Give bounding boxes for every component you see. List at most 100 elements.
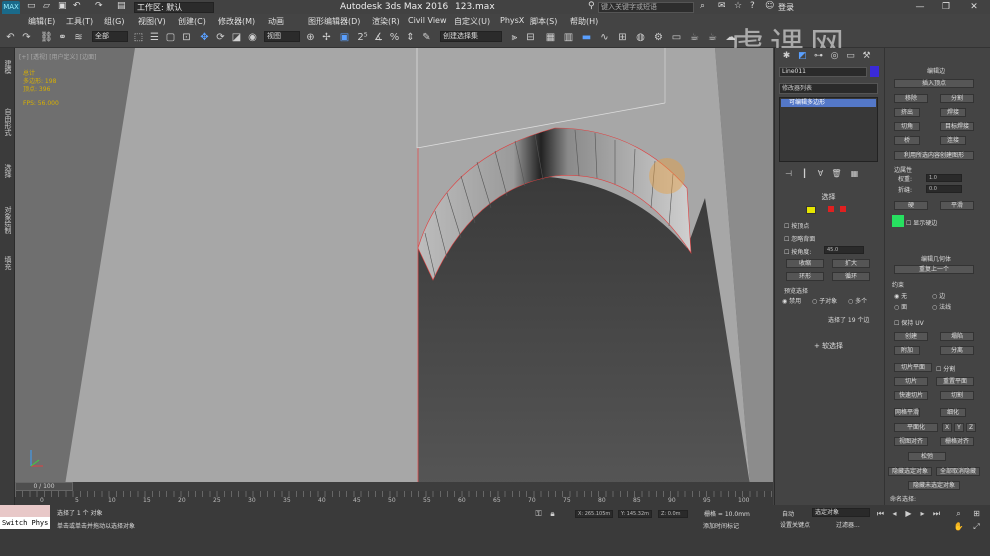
shrink-button[interactable]: 收缩 (786, 259, 824, 268)
menu-group[interactable]: 组(G) (104, 16, 124, 27)
smooth-button[interactable]: 平滑 (940, 201, 974, 210)
undo-icon[interactable]: ↶ (73, 1, 83, 11)
object-name-field[interactable]: Line011 (779, 67, 867, 77)
remove-button[interactable]: 移除 (894, 94, 928, 103)
meshsmooth-button[interactable]: 网格平滑 (894, 408, 920, 417)
menu-scripting[interactable]: 脚本(S) (530, 16, 557, 27)
unhide-all-button[interactable]: 全部取消隐藏 (936, 467, 980, 476)
selection-filter-dropdown[interactable]: 全部 (92, 31, 128, 42)
add-time-tag-button[interactable]: 添加时间标记 (703, 521, 739, 530)
attach-button[interactable]: 附加 (894, 346, 920, 355)
chat-icon[interactable]: ✉ (718, 1, 728, 11)
reference-coordinate-dropdown[interactable]: 视图 (264, 31, 300, 42)
remove-modifier-icon[interactable]: 🗑︎ (830, 167, 843, 180)
key-filters-button[interactable]: 过滤器... (836, 520, 860, 529)
create-button[interactable]: 创建 (894, 332, 928, 341)
collapse-button[interactable]: 塌陷 (940, 332, 974, 341)
modify-tab-icon[interactable]: ◩ (796, 50, 809, 63)
render-setup-icon[interactable]: ⚙ (652, 31, 665, 44)
grid-align-button[interactable]: 栅格对齐 (940, 437, 974, 446)
planar-z-button[interactable]: Z (966, 423, 976, 432)
menu-modifiers[interactable]: 修改器(M) (218, 16, 255, 27)
loop-button[interactable]: 循环 (832, 272, 870, 281)
menu-physx[interactable]: PhysX (500, 16, 524, 25)
menu-create[interactable]: 创建(C) (178, 16, 206, 27)
snaps-toggle-icon[interactable]: 2⁵ (356, 31, 369, 44)
bind-space-warp-icon[interactable]: ≋ (72, 31, 85, 44)
side-tab-selection[interactable]: 选择 (1, 164, 13, 178)
menu-edit[interactable]: 编辑(E) (28, 16, 55, 27)
pivot-center-icon[interactable]: ⊕ (304, 31, 317, 44)
redo-icon[interactable]: ↷ (20, 31, 33, 44)
view-align-button[interactable]: 视图对齐 (894, 437, 928, 446)
angle-value-field[interactable]: 45.0 (824, 246, 864, 254)
menu-customize[interactable]: 自定义(U) (454, 16, 490, 27)
soft-selection-rollout-title[interactable]: + 软选择 (779, 342, 878, 351)
pin-stack-icon[interactable]: ⊣ (782, 167, 795, 180)
maximize-icon[interactable]: ❐ (932, 0, 960, 14)
link-icon[interactable]: ⛓ (40, 31, 53, 44)
render-production-icon[interactable]: ☕ (688, 31, 701, 44)
reset-plane-button[interactable]: 重置平面 (936, 377, 974, 386)
rect-selection-icon[interactable]: ▢ (164, 31, 177, 44)
chamfer-button[interactable]: 切角 (894, 122, 920, 131)
menu-tools[interactable]: 工具(T) (66, 16, 93, 27)
weld-button[interactable]: 焊接 (940, 108, 966, 117)
menu-help[interactable]: 帮助(H) (570, 16, 598, 27)
selection-lock-icon[interactable]: 🔒︎ (546, 507, 559, 520)
slice-plane-button[interactable]: 切片平面 (894, 363, 932, 372)
mirror-icon[interactable]: ⫸ (508, 31, 521, 44)
window-crossing-icon[interactable]: ⊡ (180, 31, 193, 44)
curve-editor-icon[interactable]: ∿ (598, 31, 611, 44)
crease-field[interactable]: 0.0 (926, 185, 962, 193)
constraint-edge-radio[interactable]: ○ 边 (932, 291, 945, 300)
target-weld-button[interactable]: 目标焊接 (940, 122, 974, 131)
select-object-icon[interactable]: ⬚ (132, 31, 145, 44)
grow-button[interactable]: 扩大 (832, 259, 870, 268)
planar-x-button[interactable]: X (942, 423, 952, 432)
preview-multi-radio[interactable]: ○ 多个 (848, 296, 867, 305)
hard-button[interactable]: 硬 (894, 201, 928, 210)
spinner-snap-icon[interactable]: ⇕ (404, 31, 417, 44)
constraint-face-radio[interactable]: ○ 面 (894, 302, 907, 311)
search-icon[interactable]: ⌕ (700, 1, 710, 11)
display-tab-icon[interactable]: ▭ (844, 50, 857, 63)
insert-vertex-button[interactable]: 插入顶点 (894, 79, 974, 88)
planar-y-button[interactable]: Y (954, 423, 964, 432)
zoom-all-icon[interactable]: ⊞ (970, 507, 983, 520)
scene-explorer-icon[interactable]: ▥ (562, 31, 575, 44)
select-by-name-icon[interactable]: ☰ (148, 31, 161, 44)
workspace-dropdown[interactable]: 工作区: 默认 (134, 2, 214, 13)
redo-icon[interactable]: ↷ (95, 1, 105, 11)
unlink-icon[interactable]: ⚭ (56, 31, 69, 44)
rotate-icon[interactable]: ⟳ (214, 31, 227, 44)
border-subobject-icon[interactable] (840, 206, 846, 212)
configure-sets-icon[interactable]: ▦ (848, 167, 861, 180)
pan-icon[interactable]: ✋ (952, 520, 965, 533)
minimize-icon[interactable]: — (906, 0, 934, 14)
menu-rendering[interactable]: 渲染(R) (372, 16, 400, 27)
save-file-icon[interactable]: ▣ (58, 1, 68, 11)
by-vertex-checkbox[interactable]: ☐ 按顶点 (784, 221, 809, 230)
show-end-result-icon[interactable]: ┃ (798, 167, 811, 180)
by-angle-checkbox[interactable]: ☐ 按角度: (784, 247, 811, 256)
menu-civil-view[interactable]: Civil View (408, 16, 447, 25)
project-icon[interactable]: ▤ (117, 1, 127, 11)
auto-key-button[interactable]: 自动 (782, 509, 794, 518)
side-tab-populate[interactable]: 填充 (1, 256, 13, 270)
tessellate-button[interactable]: 细化 (940, 408, 966, 417)
menu-animation[interactable]: 动画 (268, 16, 284, 27)
z-coordinate-field[interactable]: Z: 0.0m (658, 510, 688, 518)
modifier-list-dropdown[interactable]: 修改器列表 (779, 83, 878, 94)
select-manipulate-icon[interactable]: ✢ (320, 31, 333, 44)
make-unique-icon[interactable]: ∀ (814, 167, 827, 180)
cut-button[interactable]: 切割 (940, 391, 974, 400)
motion-tab-icon[interactable]: ◎ (828, 50, 841, 63)
user-icon[interactable]: ☺ (765, 1, 775, 11)
lock-selection-icon[interactable]: ⚿ (532, 507, 545, 520)
star-icon[interactable]: ☆ (734, 1, 744, 11)
hide-unselected-button[interactable]: 隐藏未选定对象 (908, 481, 960, 490)
prev-frame-icon[interactable]: ◂ (888, 507, 901, 520)
extrude-button[interactable]: 挤出 (894, 108, 920, 117)
rendered-frame-icon[interactable]: ▭ (670, 31, 683, 44)
